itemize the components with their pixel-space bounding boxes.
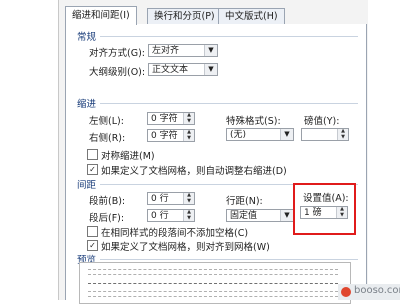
preview-area xyxy=(79,262,351,304)
mirror-indent-label: 对称缩进(M) xyxy=(101,151,155,162)
by-value-field[interactable]: ▲ ▼ xyxy=(301,128,349,141)
tab-asian-typography[interactable]: 中文版式(H) xyxy=(218,8,285,24)
tab-indent-spacing[interactable]: 缩进和间距(I) xyxy=(65,6,137,25)
outline-level-value: 正文文本 xyxy=(152,65,189,75)
watermark-text: booso.com xyxy=(354,285,400,296)
space-after-value: 0 行 xyxy=(151,211,169,221)
spinner-icon[interactable]: ▲ ▼ xyxy=(336,207,347,218)
chevron-down-icon[interactable]: ▼ xyxy=(280,129,293,140)
right-indent-value: 0 字符 xyxy=(151,131,178,141)
spacing-at-label: 设置值(A): xyxy=(303,193,349,204)
spinner-icon[interactable]: ▲ ▼ xyxy=(337,129,348,140)
line-spacing-label: 行距(N): xyxy=(226,196,263,207)
chevron-down-icon[interactable]: ▼ xyxy=(204,45,217,56)
space-after-label: 段后(F): xyxy=(89,213,125,224)
mirror-indent-checkbox[interactable] xyxy=(87,149,98,160)
left-indent-label: 左侧(L): xyxy=(89,116,124,127)
space-after-field[interactable]: 0 行 ▲ ▼ xyxy=(147,209,195,222)
line-spacing-select[interactable]: 固定值 ▼ xyxy=(226,209,294,222)
auto-adjust-right-indent-checkbox[interactable]: ✓ xyxy=(87,164,98,175)
spacing-at-field[interactable]: 1 磅 ▲ ▼ xyxy=(300,206,348,219)
general-divider xyxy=(100,36,358,37)
preview-divider xyxy=(100,259,358,260)
alignment-label: 对齐方式(G): xyxy=(89,48,145,59)
preview-line xyxy=(88,291,338,292)
right-indent-label: 右侧(R): xyxy=(89,133,126,144)
background-right xyxy=(368,0,400,300)
spacing-at-value: 1 磅 xyxy=(304,208,322,218)
chevron-down-icon[interactable]: ▼ xyxy=(280,210,293,221)
snap-to-grid-checkbox[interactable]: ✓ xyxy=(87,240,98,251)
outline-level-select[interactable]: 正文文本 ▼ xyxy=(148,63,218,76)
indent-section-title: 缩进 xyxy=(77,99,97,110)
watermark-logo-icon xyxy=(341,287,351,297)
spinner-icon[interactable]: ▲ ▼ xyxy=(183,193,194,204)
space-before-field[interactable]: 0 行 ▲ ▼ xyxy=(147,192,195,205)
space-before-value: 0 行 xyxy=(151,194,169,204)
left-indent-value: 0 字符 xyxy=(151,114,178,124)
auto-adjust-right-indent-label: 如果定义了文档网格，则自动调整右缩进(D) xyxy=(101,166,287,177)
special-format-select[interactable]: (无) ▼ xyxy=(226,128,294,141)
space-before-label: 段前(B): xyxy=(89,196,126,207)
spinner-icon[interactable]: ▲ ▼ xyxy=(183,210,194,221)
preview-line xyxy=(88,283,338,284)
alignment-select[interactable]: 左对齐 ▼ xyxy=(148,44,218,57)
special-format-value: (无) xyxy=(230,130,247,140)
spinner-icon[interactable]: ▲ ▼ xyxy=(183,113,194,124)
line-spacing-value: 固定值 xyxy=(230,211,258,221)
by-value-label: 磅值(Y): xyxy=(304,116,340,127)
no-space-same-style-label: 在相同样式的段落间不添加空格(C) xyxy=(101,228,249,239)
spinner-icon[interactable]: ▲ ▼ xyxy=(183,130,194,141)
general-section-title: 常规 xyxy=(77,32,97,43)
indent-divider xyxy=(100,103,358,104)
tab-line-page-breaks[interactable]: 换行和分页(P) xyxy=(147,8,222,24)
snap-to-grid-label: 如果定义了文档网格，则对齐到网格(W) xyxy=(101,242,270,253)
preview-line xyxy=(88,274,338,275)
spacing-section-title: 间距 xyxy=(77,180,97,191)
no-space-same-style-checkbox[interactable] xyxy=(87,226,98,237)
background-left xyxy=(0,0,58,300)
outline-level-label: 大纲级别(O): xyxy=(89,67,146,78)
preview-line xyxy=(88,296,338,297)
special-format-label: 特殊格式(S): xyxy=(226,116,281,127)
right-indent-field[interactable]: 0 字符 ▲ ▼ xyxy=(147,129,195,142)
left-indent-field[interactable]: 0 字符 ▲ ▼ xyxy=(147,112,195,125)
preview-line xyxy=(88,269,338,270)
alignment-value: 左对齐 xyxy=(152,46,180,56)
chevron-down-icon[interactable]: ▼ xyxy=(204,64,217,75)
